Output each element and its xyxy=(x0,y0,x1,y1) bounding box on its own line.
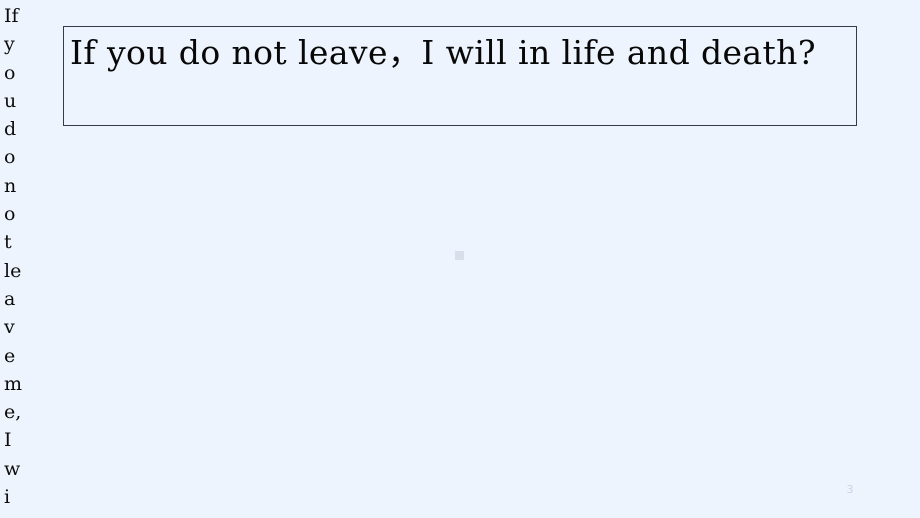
main-text-box-text: If you do not leave，I will in life and d… xyxy=(70,33,816,72)
overflow-text-column: If you do not leave me, I wi xyxy=(4,5,22,509)
page-number: 3 xyxy=(846,483,854,496)
main-text-box[interactable]: If you do not leave，I will in life and d… xyxy=(63,26,857,126)
slide-canvas: If you do not leave me, I wi If you do n… xyxy=(0,0,920,518)
placeholder-square-icon xyxy=(455,251,464,260)
